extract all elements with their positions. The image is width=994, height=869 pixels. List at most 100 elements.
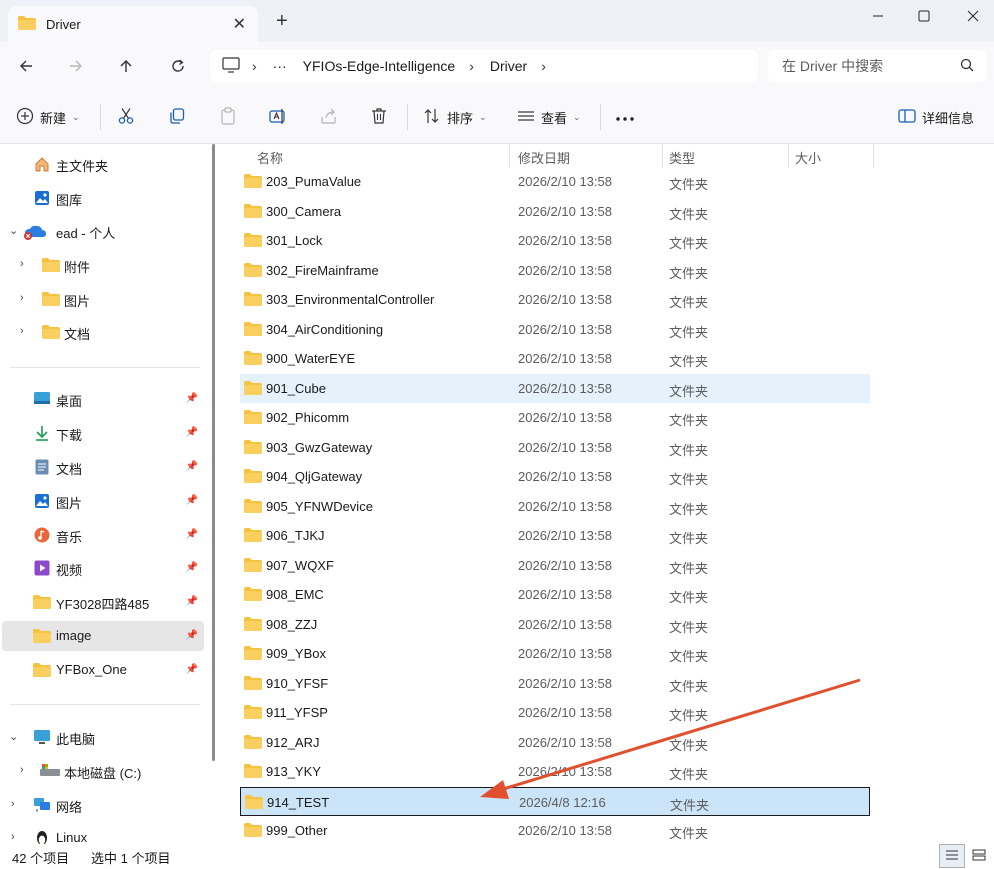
chevron-right-icon[interactable]: › <box>11 831 15 843</box>
table-row[interactable]: 302_FireMainframe 2026/2/10 13:58 文件夹 <box>240 256 870 285</box>
table-row[interactable]: 907_WQXF 2026/2/10 13:58 文件夹 <box>240 551 870 580</box>
sidebar-item-network[interactable]: › 网络 <box>0 790 204 820</box>
table-row[interactable]: 900_WaterEYE 2026/2/10 13:58 文件夹 <box>240 344 870 373</box>
folder-icon <box>244 321 262 339</box>
file-type: 文件夹 <box>669 442 709 458</box>
close-tab-icon[interactable]: ✕ <box>233 14 246 34</box>
breadcrumb-yfios[interactable]: YFIOs-Edge-Intelligence <box>303 58 456 74</box>
close-window-button[interactable] <box>961 4 985 28</box>
chevron-right-icon[interactable]: › <box>11 798 15 810</box>
table-row[interactable]: 999_Other 2026/2/10 13:58 文件夹 <box>240 816 870 844</box>
column-size-header[interactable]: 大小 <box>795 148 821 167</box>
chevron-right-icon[interactable]: › <box>20 258 24 270</box>
toolbar-divider <box>600 104 601 130</box>
view-button[interactable]: 查看 ⌄ <box>517 105 581 129</box>
sidebar-item-home[interactable]: 主文件夹 <box>0 149 204 179</box>
column-name-header[interactable]: 名称 <box>257 148 283 167</box>
table-row[interactable]: 914_TEST 2026/4/8 12:16 文件夹 <box>240 786 870 816</box>
sidebar-item-this-pc[interactable]: ⌄ 此电脑 <box>0 722 204 752</box>
details-pane-button[interactable]: 详细信息 <box>898 105 974 129</box>
sidebar-item-desktop[interactable]: 桌面 📌 <box>0 384 204 414</box>
column-modified-header[interactable]: 修改日期 <box>518 148 570 167</box>
sidebar-item-od-pictures[interactable]: › 图片 <box>0 284 204 314</box>
delete-button[interactable] <box>370 105 388 129</box>
chevron-down-icon[interactable]: ⌄ <box>9 224 18 237</box>
sidebar-item-local-disk[interactable]: › 本地磁盘 (C:) <box>0 756 204 786</box>
sidebar-item-documents[interactable]: 文档 📌 <box>0 452 204 482</box>
more-options-button[interactable] <box>615 105 635 129</box>
column-divider[interactable] <box>788 144 789 168</box>
sidebar-item-linux[interactable]: › Linux <box>0 823 204 844</box>
table-row[interactable]: 203_PumaValue 2026/2/10 13:58 文件夹 <box>240 167 870 196</box>
table-row[interactable]: 908_ZZJ 2026/2/10 13:58 文件夹 <box>240 610 870 639</box>
table-row[interactable]: 902_Phicomm 2026/2/10 13:58 文件夹 <box>240 403 870 432</box>
table-row[interactable]: 300_Camera 2026/2/10 13:58 文件夹 <box>240 197 870 226</box>
details-view-button[interactable] <box>939 844 965 868</box>
sidebar-item-downloads[interactable]: 下载 📌 <box>0 418 204 448</box>
new-tab-button[interactable]: + <box>276 11 288 31</box>
sidebar-item-image[interactable]: image 📌 <box>2 621 204 651</box>
sidebar-item-od-documents[interactable]: › 文档 <box>0 317 204 347</box>
sort-button[interactable]: 排序 ⌄ <box>423 105 487 129</box>
table-row[interactable]: 903_GwzGateway 2026/2/10 13:58 文件夹 <box>240 433 870 462</box>
chevron-right-icon[interactable]: › <box>20 325 24 337</box>
table-row[interactable]: 910_YFSF 2026/2/10 13:58 文件夹 <box>240 669 870 698</box>
up-button[interactable] <box>114 54 138 78</box>
table-row[interactable]: 304_AirConditioning 2026/2/10 13:58 文件夹 <box>240 315 870 344</box>
sidebar-item-videos[interactable]: 视频 📌 <box>0 553 204 583</box>
search-input[interactable]: 在 Driver 中搜索 <box>768 50 986 82</box>
sidebar-item-gallery[interactable]: 图库 <box>0 183 204 213</box>
paste-button[interactable] <box>219 105 237 129</box>
back-button[interactable] <box>14 54 38 78</box>
sidebar-item-music[interactable]: 音乐 📌 <box>0 520 204 550</box>
table-row[interactable]: 303_EnvironmentalController 2026/2/10 13:… <box>240 285 870 314</box>
table-row[interactable]: 908_EMC 2026/2/10 13:58 文件夹 <box>240 580 870 609</box>
sidebar-item-od-attachments[interactable]: › 附件 <box>0 250 204 280</box>
file-modified-date: 2026/2/10 13:58 <box>518 498 612 514</box>
column-divider[interactable] <box>662 144 663 168</box>
column-divider[interactable] <box>509 144 510 168</box>
copy-button[interactable] <box>168 105 186 129</box>
chevron-right-icon[interactable]: › <box>20 764 24 776</box>
sidebar-scrollbar[interactable] <box>212 144 215 761</box>
file-type: 文件夹 <box>669 177 709 192</box>
file-type: 文件夹 <box>669 413 709 428</box>
breadcrumb-overflow[interactable]: ··· <box>273 58 287 74</box>
table-row[interactable]: 913_YKY 2026/2/10 13:58 文件夹 <box>240 757 870 786</box>
new-button-label: 新建 <box>40 110 67 126</box>
table-row[interactable]: 905_YFNWDevice 2026/2/10 13:58 文件夹 <box>240 492 870 521</box>
sidebar-item-pictures[interactable]: 图片 📌 <box>0 486 204 516</box>
maximize-button[interactable] <box>912 4 936 28</box>
column-type-header[interactable]: 类型 <box>669 148 695 167</box>
address-bar[interactable]: › ··· YFIOs-Edge-Intelligence › Driver › <box>210 50 758 82</box>
new-button[interactable]: 新建 ⌄ <box>16 105 80 129</box>
sidebar-item-yfbox-one[interactable]: YFBox_One 📌 <box>0 655 204 685</box>
table-row[interactable]: 912_ARJ 2026/2/10 13:58 文件夹 <box>240 728 870 757</box>
rename-button[interactable] <box>269 105 287 129</box>
chevron-right-icon: › <box>541 58 546 74</box>
table-row[interactable]: 904_QljGateway 2026/2/10 13:58 文件夹 <box>240 462 870 491</box>
share-button[interactable] <box>320 105 338 129</box>
minimize-button[interactable] <box>866 4 890 28</box>
tab-driver[interactable]: Driver ✕ <box>8 6 258 42</box>
refresh-button[interactable] <box>166 54 190 78</box>
table-row[interactable]: 301_Lock 2026/2/10 13:58 文件夹 <box>240 226 870 255</box>
breadcrumb-driver[interactable]: Driver <box>490 58 527 74</box>
table-row[interactable]: 911_YFSP 2026/2/10 13:58 文件夹 <box>240 698 870 727</box>
column-divider[interactable] <box>873 144 874 168</box>
details-pane-icon <box>898 108 916 127</box>
sidebar-item-onedrive[interactable]: ⌄ ead - 个人 <box>0 216 204 246</box>
chevron-down-icon[interactable]: ⌄ <box>9 730 18 743</box>
file-name: 908_ZZJ <box>266 616 318 632</box>
table-row[interactable]: 901_Cube 2026/2/10 13:58 文件夹 <box>240 373 870 403</box>
table-row[interactable]: 906_TJKJ 2026/2/10 13:58 文件夹 <box>240 521 870 550</box>
folder-icon <box>244 410 262 427</box>
cut-button[interactable] <box>117 105 135 129</box>
folder-icon <box>244 675 262 693</box>
sidebar-item-yf3028[interactable]: YF3028四路485 📌 <box>0 587 204 617</box>
tiles-view-button[interactable] <box>966 844 992 868</box>
file-modified-date: 2026/2/10 13:58 <box>518 705 612 720</box>
table-row[interactable]: 909_YBox 2026/2/10 13:58 文件夹 <box>240 639 870 668</box>
forward-button[interactable] <box>64 54 88 78</box>
chevron-right-icon[interactable]: › <box>20 292 24 304</box>
